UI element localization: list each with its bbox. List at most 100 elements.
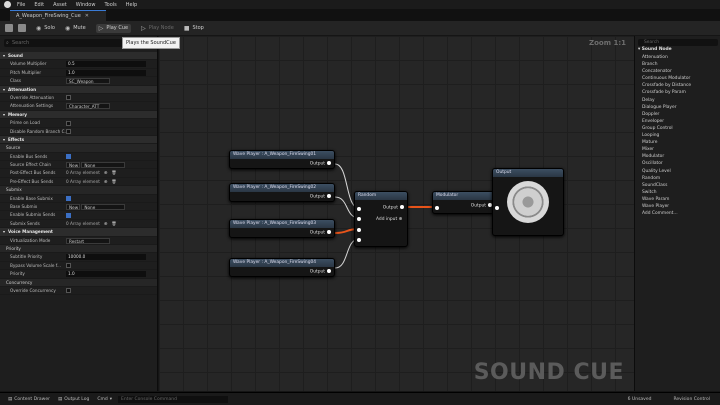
palette-item[interactable]: Quality Level xyxy=(642,168,691,175)
output-pin[interactable] xyxy=(327,269,331,273)
palette-item[interactable]: Concatenator xyxy=(642,68,691,75)
palette-item[interactable]: Mature xyxy=(642,139,691,146)
new-button[interactable]: New xyxy=(66,162,80,169)
section-header[interactable]: Memory xyxy=(0,110,157,120)
console-command-input[interactable]: Enter Console Command xyxy=(118,395,228,403)
mute-button[interactable]: ◉ Mute xyxy=(65,25,86,32)
number-field[interactable]: 0.5 xyxy=(66,61,146,68)
dropdown[interactable]: None xyxy=(81,204,126,211)
random-input-pin-1[interactable] xyxy=(357,207,361,211)
random-input-pin-2[interactable] xyxy=(357,217,361,221)
trash-icon[interactable]: 🗑 xyxy=(111,170,116,175)
save-icon[interactable] xyxy=(5,24,13,32)
palette-item[interactable]: Enveloper xyxy=(642,118,691,125)
modulator-input-pin[interactable] xyxy=(435,206,439,210)
section-header[interactable]: Concurrency xyxy=(0,278,157,287)
dropdown[interactable]: None xyxy=(81,162,126,169)
stop-button[interactable]: ■ Stop xyxy=(184,25,204,32)
section-header[interactable]: Effects xyxy=(0,135,157,145)
add-input-button[interactable]: Add input ⊕ xyxy=(376,217,402,222)
wave-player-node-3[interactable]: Wave Player : A_Weapon_FireSwing03 Outpu… xyxy=(229,219,335,238)
palette-item[interactable]: Crossfade by Param xyxy=(642,89,691,96)
class-dropdown[interactable]: SC_Weapon xyxy=(66,78,110,85)
checkbox[interactable] xyxy=(66,154,71,160)
play-node-button[interactable]: ▷ Play Node xyxy=(141,25,174,32)
number-field[interactable]: 1.0 xyxy=(66,69,146,76)
menu-tools[interactable]: Tools xyxy=(104,2,116,8)
checkbox[interactable] xyxy=(66,120,71,126)
play-cue-button[interactable]: ▷ Play Cue xyxy=(95,23,132,33)
palette-item[interactable]: Wave Player xyxy=(642,203,691,210)
browse-icon[interactable] xyxy=(18,24,26,32)
palette-item[interactable]: SoundClass xyxy=(642,182,691,189)
output-pin[interactable] xyxy=(327,161,331,165)
menu-help[interactable]: Help xyxy=(126,2,137,8)
output-pin[interactable] xyxy=(327,194,331,198)
palette-category-sound-node[interactable]: ▾ Sound Node xyxy=(638,47,672,52)
palette-item[interactable]: Branch xyxy=(642,61,691,68)
checkbox[interactable] xyxy=(66,212,71,218)
output-input-pin[interactable] xyxy=(495,206,499,210)
output-log-button[interactable]: ▤ Output Log xyxy=(58,397,89,402)
add-element-icon[interactable]: ⊕ xyxy=(104,179,108,184)
palette-item[interactable]: Switch xyxy=(642,189,691,196)
section-header[interactable]: Priority xyxy=(0,244,157,254)
palette-item[interactable]: Group Control xyxy=(642,125,691,132)
menu-edit[interactable]: Edit xyxy=(34,2,44,8)
trash-icon[interactable]: 🗑 xyxy=(111,221,116,226)
menu-asset[interactable]: Asset xyxy=(53,2,67,8)
random-input-pin-4[interactable] xyxy=(357,238,361,242)
palette-item[interactable]: Mixer xyxy=(642,146,691,153)
checkbox[interactable] xyxy=(66,263,71,269)
dropdown[interactable]: Character_ATT xyxy=(66,103,110,110)
modulator-node[interactable]: Modulator Output xyxy=(432,191,496,214)
palette-item[interactable]: Modulator xyxy=(642,153,691,160)
wave-player-node-1[interactable]: Wave Player : A_Weapon_FireSwing01 Outpu… xyxy=(229,150,335,169)
section-header[interactable]: Voice Management xyxy=(0,228,157,237)
palette-item[interactable]: Wave Param xyxy=(642,196,691,203)
number-field[interactable]: 1.0 xyxy=(66,271,146,278)
palette-item[interactable]: Add Comment... xyxy=(642,210,691,217)
menu-window[interactable]: Window xyxy=(76,2,96,8)
output-pin[interactable] xyxy=(327,230,331,234)
unsaved-indicator[interactable]: 6 Unsaved xyxy=(628,397,652,402)
close-tab-icon[interactable]: ✕ xyxy=(85,13,89,19)
trash-icon[interactable]: 🗑 xyxy=(111,179,116,184)
random-node[interactable]: Random Output Add input ⊕ xyxy=(354,191,408,247)
checkbox[interactable] xyxy=(66,288,71,294)
palette-item[interactable]: Looping xyxy=(642,132,691,139)
revision-control-button[interactable]: Revision Control xyxy=(673,397,710,402)
palette-item[interactable]: Attenuation xyxy=(642,54,691,61)
random-input-pin-3[interactable] xyxy=(357,228,361,232)
output-node[interactable]: Output xyxy=(492,168,564,236)
palette-item[interactable]: Continuous Modulator xyxy=(642,75,691,82)
palette-item[interactable]: Dialogue Player xyxy=(642,104,691,111)
section-header[interactable]: Sound xyxy=(0,52,157,61)
wave-player-node-2[interactable]: Wave Player : A_Weapon_FireSwing02 Outpu… xyxy=(229,183,335,202)
content-drawer-button[interactable]: ▤ Content Drawer xyxy=(8,397,50,402)
dropdown[interactable]: Restart xyxy=(66,237,110,244)
checkbox[interactable] xyxy=(66,196,71,202)
palette-item[interactable]: Oscillator xyxy=(642,160,691,167)
section-header[interactable]: Submix xyxy=(0,186,157,195)
tab-sound-cue[interactable]: A_Weapon_FireSwing_Cue ✕ xyxy=(10,10,106,21)
section-header[interactable]: Source xyxy=(0,144,157,153)
add-element-icon[interactable]: ⊕ xyxy=(104,170,108,175)
random-output-pin[interactable] xyxy=(400,205,404,209)
wave-player-node-4[interactable]: Wave Player : A_Weapon_FireSwing04 Outpu… xyxy=(229,258,335,277)
menu-file[interactable]: File xyxy=(17,2,25,8)
graph-canvas[interactable]: Zoom 1:1 Wave Player : A_Weapon_FireSwin… xyxy=(159,36,634,391)
cmd-dropdown[interactable]: Cmd ▾ xyxy=(97,397,112,402)
solo-button[interactable]: ◉ Solo xyxy=(36,25,55,32)
palette-item[interactable]: Doppler xyxy=(642,111,691,118)
palette-search-input[interactable]: Search xyxy=(638,39,718,46)
palette-item[interactable]: Random xyxy=(642,175,691,182)
unreal-logo-icon[interactable] xyxy=(4,1,11,8)
number-field[interactable]: 10000.0 xyxy=(66,254,146,261)
new-button[interactable]: New xyxy=(66,204,80,211)
checkbox[interactable] xyxy=(66,129,71,135)
checkbox[interactable] xyxy=(66,95,71,101)
palette-item[interactable]: Delay xyxy=(642,97,691,104)
palette-item[interactable]: Crossfade by Distance xyxy=(642,82,691,89)
section-header[interactable]: Attenuation xyxy=(0,85,157,94)
